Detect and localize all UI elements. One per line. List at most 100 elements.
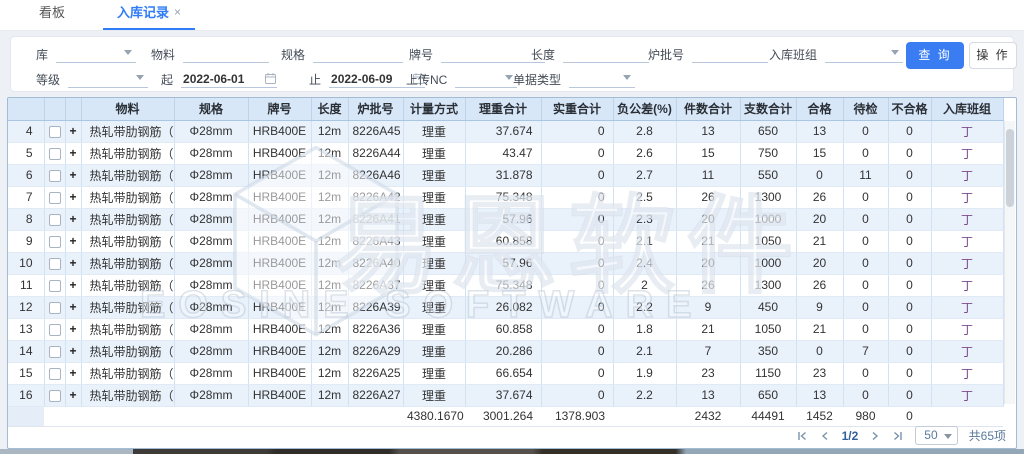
- cell-team: 丁: [931, 142, 1003, 164]
- table-row[interactable]: 4+热轧带肋钢筋（抗震）Φ28mmHRB400E12m8226A45理重37.6…: [8, 120, 1003, 142]
- cell-checkbox[interactable]: [44, 296, 65, 318]
- row-checkbox[interactable]: [49, 148, 61, 160]
- grade-select[interactable]: [68, 70, 148, 88]
- next-page-icon[interactable]: [869, 430, 881, 442]
- expand-row-icon[interactable]: +: [65, 252, 81, 274]
- table-row[interactable]: 11+热轧带肋钢筋（抗震）Φ28mmHRB400E12m8226A37理重75.…: [8, 274, 1003, 296]
- spec-input[interactable]: [313, 45, 403, 63]
- chevron-down-icon: [944, 434, 952, 439]
- brand-input[interactable]: [441, 45, 545, 63]
- expand-row-icon[interactable]: +: [65, 186, 81, 208]
- prev-page-icon[interactable]: [819, 430, 831, 442]
- cell-checkbox[interactable]: [44, 384, 65, 406]
- cell-checkbox[interactable]: [44, 164, 65, 186]
- expand-row-icon[interactable]: +: [65, 208, 81, 230]
- cell-ok: 9: [796, 296, 843, 318]
- expand-row-icon[interactable]: +: [65, 164, 81, 186]
- cell-checkbox[interactable]: [44, 362, 65, 384]
- row-checkbox[interactable]: [49, 368, 61, 380]
- row-checkbox[interactable]: [49, 346, 61, 358]
- expand-row-icon[interactable]: +: [65, 274, 81, 296]
- row-checkbox[interactable]: [49, 236, 61, 248]
- upload-nc-select[interactable]: [455, 70, 517, 88]
- expand-row-icon[interactable]: +: [65, 384, 81, 406]
- table-row[interactable]: 5+热轧带肋钢筋（抗震）Φ28mmHRB400E12m8226A44理重43.4…: [8, 142, 1003, 164]
- row-checkbox[interactable]: [49, 170, 61, 182]
- row-checkbox[interactable]: [49, 258, 61, 270]
- team-select[interactable]: [825, 45, 903, 63]
- cell-tol: 1.9: [613, 362, 676, 384]
- filter-date-from: 起 2022-06-01: [161, 69, 277, 89]
- page-size-select[interactable]: 50: [915, 426, 957, 445]
- row-checkbox[interactable]: [49, 280, 61, 292]
- cell-checkbox[interactable]: [44, 120, 65, 142]
- col-header-length: 长度: [311, 98, 348, 120]
- table-row[interactable]: 8+热轧带肋钢筋（抗震）Φ28mmHRB400E12m8226A41理重57.9…: [8, 208, 1003, 230]
- expand-row-icon[interactable]: +: [65, 142, 81, 164]
- length-input[interactable]: [563, 45, 649, 63]
- row-checkbox[interactable]: [49, 214, 61, 226]
- expand-row-icon[interactable]: +: [65, 362, 81, 384]
- row-checkbox[interactable]: [49, 302, 61, 314]
- summary-grand-total: 4380.1670: [403, 406, 465, 426]
- page-indicator[interactable]: 1/2: [842, 429, 859, 443]
- cell-checkbox[interactable]: [44, 340, 65, 362]
- operate-button[interactable]: 操 作: [969, 42, 1017, 69]
- tab-dashboard[interactable]: 看板: [35, 0, 69, 30]
- cell-team: 丁: [931, 208, 1003, 230]
- expand-row-icon[interactable]: +: [65, 318, 81, 340]
- cell-checkbox[interactable]: [44, 186, 65, 208]
- table-row[interactable]: 14+热轧带肋钢筋（抗震）Φ28mmHRB400E12m8226A29理重20.…: [8, 340, 1003, 362]
- cell-grade: HRB400E: [248, 164, 311, 186]
- table-row[interactable]: 12+热轧带肋钢筋（抗震）Φ28mmHRB400E12m8226A39理重26.…: [8, 296, 1003, 318]
- scrollbar-thumb[interactable]: [1006, 129, 1014, 207]
- table-row[interactable]: 15+热轧带肋钢筋（抗震）Φ28mmHRB400E12m8226A25理重66.…: [8, 362, 1003, 384]
- expand-row-icon[interactable]: +: [65, 340, 81, 362]
- expand-row-icon[interactable]: +: [65, 230, 81, 252]
- tab-inbound-records[interactable]: 入库记录 ×: [103, 0, 195, 30]
- cell-material: 热轧带肋钢筋（抗震）: [81, 318, 174, 340]
- cell-batch: 8226A25: [348, 362, 403, 384]
- last-page-icon[interactable]: [892, 430, 904, 442]
- cell-method: 理重: [403, 230, 465, 252]
- first-page-icon[interactable]: [796, 430, 808, 442]
- cell-actual: 0: [541, 120, 613, 142]
- cell-checkbox[interactable]: [44, 208, 65, 230]
- doc-type-select[interactable]: [569, 70, 635, 88]
- cell-length: 12m: [311, 252, 348, 274]
- table-row[interactable]: 16+热轧带肋钢筋（抗震）Φ28mmHRB400E12m8226A27理重37.…: [8, 384, 1003, 406]
- date-from-picker[interactable]: 2022-06-01: [181, 70, 277, 88]
- cell-team: 丁: [931, 296, 1003, 318]
- cell-checkbox[interactable]: [44, 252, 65, 274]
- cell-ng: 0: [888, 296, 931, 318]
- table-row[interactable]: 7+热轧带肋钢筋（抗震）Φ28mmHRB400E12m8226A42理重75.3…: [8, 186, 1003, 208]
- cell-theo: 43.47: [465, 142, 541, 164]
- expand-row-icon[interactable]: +: [65, 120, 81, 142]
- cell-checkbox[interactable]: [44, 318, 65, 340]
- col-header-checkbox[interactable]: [44, 98, 65, 120]
- table-row[interactable]: 10+热轧带肋钢筋（抗震）Φ28mmHRB400E12m8226A40理重57.…: [8, 252, 1003, 274]
- row-checkbox[interactable]: [49, 126, 61, 138]
- row-checkbox[interactable]: [49, 324, 61, 336]
- cell-checkbox[interactable]: [44, 142, 65, 164]
- close-tab-icon[interactable]: ×: [174, 5, 181, 19]
- cell-actual: 0: [541, 186, 613, 208]
- batch-input[interactable]: [692, 45, 768, 63]
- cell-pieces: 26: [676, 274, 740, 296]
- table-row[interactable]: 9+热轧带肋钢筋（抗震）Φ28mmHRB400E12m8226A43理重60.8…: [8, 230, 1003, 252]
- table-row[interactable]: 13+热轧带肋钢筋（抗震）Φ28mmHRB400E12m8226A36理重60.…: [8, 318, 1003, 340]
- row-checkbox[interactable]: [49, 390, 61, 402]
- cell-checkbox[interactable]: [44, 274, 65, 296]
- material-input[interactable]: [183, 45, 269, 63]
- row-checkbox[interactable]: [49, 192, 61, 204]
- cell-grade: HRB400E: [248, 384, 311, 406]
- warehouse-select[interactable]: [56, 45, 136, 63]
- cell-tol: 2.1: [613, 230, 676, 252]
- expand-row-icon[interactable]: +: [65, 296, 81, 318]
- vertical-scrollbar[interactable]: [1004, 121, 1015, 404]
- material-label: 物料: [151, 46, 175, 63]
- cell-checkbox[interactable]: [44, 230, 65, 252]
- table-row[interactable]: 6+热轧带肋钢筋（抗震）Φ28mmHRB400E12m8226A46理重31.8…: [8, 164, 1003, 186]
- cell-length: 12m: [311, 230, 348, 252]
- query-button[interactable]: 查 询: [906, 42, 964, 69]
